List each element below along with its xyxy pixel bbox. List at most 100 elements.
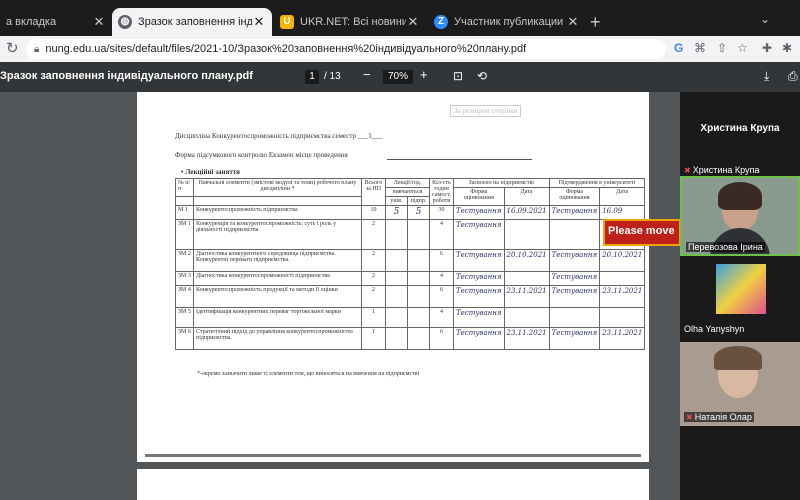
address-bar-row: ↻ 🔒︎ nung.edu.ua/sites/default/files/202… xyxy=(0,36,800,62)
translate-icon[interactable]: ⌘ xyxy=(694,41,706,55)
globe-icon: ◍ xyxy=(118,15,132,29)
row-self: 6 xyxy=(429,285,454,308)
rotate-icon[interactable]: ⟲ xyxy=(477,69,487,83)
table-row: ЗМ 4 Конкурентоспроможність продукції та… xyxy=(175,285,646,308)
row-date-univ: 23.11.2021 xyxy=(599,285,646,308)
close-icon[interactable]: ✕ xyxy=(252,14,266,30)
close-icon[interactable]: ✕ xyxy=(92,14,106,30)
col-header-mastered: Засвоєно на підприємстві xyxy=(453,178,550,188)
zoom-out-button[interactable]: − xyxy=(363,67,371,82)
row-self: 6 xyxy=(429,249,454,272)
row-num: ЗМ 1 xyxy=(175,219,194,250)
download-icon[interactable]: ⤓ xyxy=(764,69,769,84)
close-icon[interactable]: ✕ xyxy=(566,14,580,30)
discipline-line: Дисципліна Конкурентоспроможність підпри… xyxy=(175,132,383,140)
extension-icon[interactable]: ✱ xyxy=(782,41,792,55)
address-field[interactable]: 🔒︎ nung.edu.ua/sites/default/files/2021-… xyxy=(26,39,666,59)
row-univ-hours xyxy=(385,249,408,272)
row-sub-hours xyxy=(407,307,430,328)
tab-search-icon[interactable]: ⌄ xyxy=(760,12,770,26)
row-univ-hours xyxy=(385,271,408,286)
participant-name: Наталія Олар xyxy=(694,412,752,422)
row-sub-hours xyxy=(407,249,430,272)
participant-tile[interactable]: Olha Yanyshyn xyxy=(680,260,800,340)
row-form: Тестування xyxy=(453,271,505,286)
col-header-date-univ: Дата xyxy=(599,187,646,206)
col-header-form-univ: Форма оцінювання xyxy=(548,187,601,206)
table-row: ЗМ 5 Ідентифікація конкурентних переваг … xyxy=(175,307,646,328)
participant-video-tile[interactable]: ✖︎ Наталія Олар xyxy=(680,342,800,426)
extensions-icon[interactable]: ✚ xyxy=(762,41,772,55)
col-header-self: Кіл-сть годин самост. роботи xyxy=(429,178,454,206)
zoom-participants-panel: Христина Крупа ✖︎ Христина Крупа Перевозо… xyxy=(680,92,800,500)
tab-pdf-document[interactable]: ◍ Зразок заповнення індивідуально ✕ xyxy=(112,8,272,36)
tab-ukrnet[interactable]: U UKR.NET: Всі новини України, ос ✕ xyxy=(274,8,426,36)
control-form-line: Форма підсумкового контролю Екзамен місц… xyxy=(175,151,348,159)
bookmark-star-icon[interactable]: ☆ xyxy=(737,41,748,55)
row-self: 6 xyxy=(429,327,454,350)
row-date: 16.09.2021 xyxy=(503,205,550,220)
reload-icon[interactable]: ↻ xyxy=(6,39,19,57)
avatar-hair xyxy=(718,182,762,210)
row-name: Конкуренція та конкурентоспроможність: с… xyxy=(193,219,362,250)
participant-video-tile[interactable]: Перевозова Ірина xyxy=(680,176,800,256)
avatar-hair xyxy=(714,346,762,370)
zoom-level-input[interactable]: 70% xyxy=(383,70,413,84)
please-move-notice[interactable]: Please move xyxy=(603,219,681,246)
row-univ-hours xyxy=(385,327,408,350)
page-total: / 13 xyxy=(324,71,341,82)
lock-icon: 🔒︎ xyxy=(34,43,40,55)
share-icon[interactable]: ⇧ xyxy=(717,41,727,55)
tab-title: Участник публикации - Zoom xyxy=(454,16,566,28)
place-underline xyxy=(387,159,532,160)
tab-zoom[interactable]: Z Участник публикации - Zoom ✕ xyxy=(428,8,586,36)
row-sub-hours xyxy=(407,219,430,250)
col-header-total: Всього за НП xyxy=(361,178,386,206)
row-name: Конкурентоспроможність продукції та мето… xyxy=(193,285,362,308)
new-tab-button[interactable]: + xyxy=(590,12,601,33)
avatar xyxy=(716,264,766,314)
footnote: *-окремо зазначити лише ті елементи тем,… xyxy=(197,371,420,377)
print-icon[interactable]: ⎙ xyxy=(788,69,798,84)
google-icon[interactable]: G xyxy=(674,41,683,55)
row-form-univ: Тестування xyxy=(548,205,601,220)
row-num: ЗМ 3 xyxy=(175,271,194,286)
col-header-num: № п/п xyxy=(175,178,194,197)
pdf-viewport[interactable]: За розміром сторінки Дисципліна Конкурен… xyxy=(0,92,680,500)
close-icon[interactable]: ✕ xyxy=(406,14,420,30)
row-date xyxy=(503,219,550,250)
fit-to-page-banner[interactable]: За розміром сторінки xyxy=(450,105,522,117)
row-form: Тестування xyxy=(453,307,505,328)
table-row: ЗМ 6 Стратегічний підхід до управління к… xyxy=(175,327,646,350)
row-univ-hours xyxy=(385,285,408,308)
col-header-elements: Навчальні елементи (змістові модулі та т… xyxy=(193,178,362,197)
lectures-table: № п/п Навчальні елементи (змістові модул… xyxy=(175,178,646,350)
page-scan-edge xyxy=(145,454,641,457)
row-form: Тестування xyxy=(453,249,505,272)
row-num: ЗМ 6 xyxy=(175,327,194,350)
row-total: 1 xyxy=(361,307,386,328)
row-total: 2 xyxy=(361,271,386,286)
header-spacer xyxy=(175,196,194,206)
pdf-page: За розміром сторінки Дисципліна Конкурен… xyxy=(137,92,649,462)
row-date-univ: 20.10.2021 xyxy=(599,249,646,272)
row-self: 4 xyxy=(429,307,454,328)
page-number-input[interactable]: 1 xyxy=(305,70,319,84)
row-form: Тестування xyxy=(453,205,505,220)
participant-label: ✖︎ Христина Крупа xyxy=(684,165,759,175)
row-self: 4 xyxy=(429,271,454,286)
col-header-date: Дата xyxy=(503,187,550,206)
row-sub-hours xyxy=(407,327,430,350)
table-row: ЗМ 3 Діагностика конкурентоспроможності … xyxy=(175,271,646,286)
row-date: 20.10.2021 xyxy=(503,249,550,272)
participant-name: Olha Yanyshyn xyxy=(684,324,745,334)
url-text: nung.edu.ua/sites/default/files/2021-10/… xyxy=(45,43,527,55)
row-form: Тестування xyxy=(453,285,505,308)
row-date xyxy=(503,271,550,286)
fit-page-icon[interactable]: ⊡ xyxy=(453,69,463,83)
table-row: М 1 Конкурентоспроможність підприємства … xyxy=(175,205,646,220)
row-form-univ: Тестування xyxy=(548,285,601,308)
zoom-in-button[interactable]: + xyxy=(420,67,428,82)
tab-new-tab[interactable]: а вкладка ✕ xyxy=(0,8,112,36)
zoom-icon: Z xyxy=(434,15,448,29)
